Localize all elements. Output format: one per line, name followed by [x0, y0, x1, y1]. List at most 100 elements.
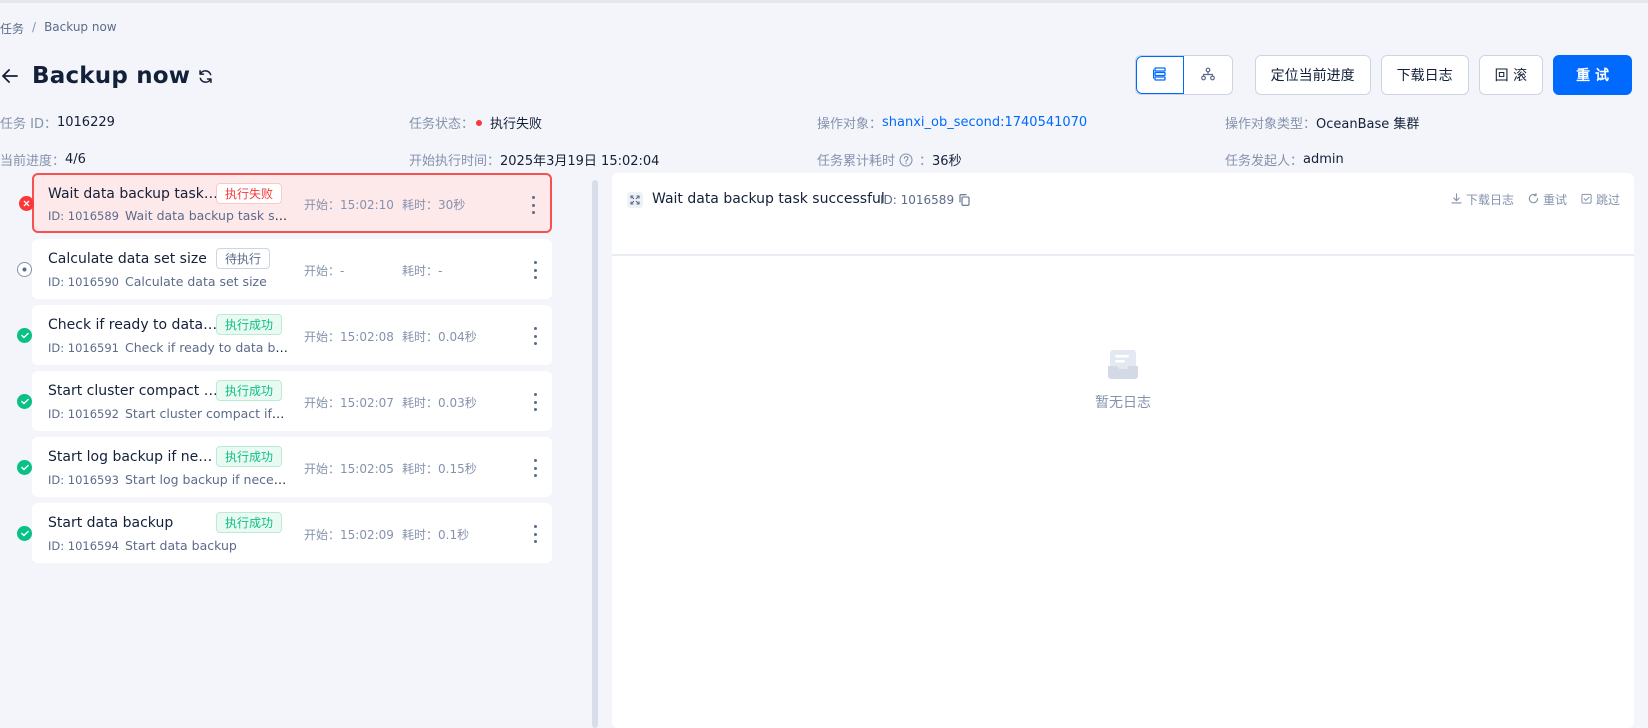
task-duration: 耗时：0.04秒 — [402, 330, 477, 344]
task-description: Start log backup if necessary — [125, 472, 288, 487]
task-id: ID: 1016594 — [48, 539, 119, 553]
download-log-button[interactable]: 下载日志 — [1380, 55, 1469, 95]
task-duration: 耗时：0.15秒 — [402, 462, 477, 476]
task-status-value: 执行失败 — [490, 117, 543, 132]
fail-status-icon — [19, 196, 34, 211]
retry-button[interactable]: 重 试 — [1553, 55, 1632, 95]
back-arrow-icon[interactable] — [0, 66, 20, 86]
progress-label: 当前进度： — [0, 154, 66, 169]
task-duration: 耗时：0.03秒 — [402, 396, 477, 410]
task-description: Start data backup — [125, 538, 237, 553]
copy-icon[interactable] — [959, 194, 970, 206]
page-title: Backup now — [32, 63, 191, 89]
elapsed-value: 36秒 — [932, 154, 962, 169]
more-options-icon[interactable] — [530, 525, 540, 543]
task-start-time: 开始：15:02:10 — [304, 198, 394, 212]
log-panel-id: ID: 1016589 — [880, 193, 970, 207]
status-tag: 执行成功 — [216, 380, 283, 401]
task-title: Start log backup if necessary — [48, 449, 218, 465]
task-subtitle: ID: 1016591 Check if ready to data backup — [48, 340, 288, 355]
task-description: Calculate data set size — [125, 274, 267, 289]
task-id-field: 任务 ID： 1016229 — [0, 113, 115, 132]
task-id: ID: 1016591 — [48, 341, 119, 355]
progress-value: 4/6 — [65, 152, 86, 167]
log-panel-header: Wait data backup task successful ID: 101… — [612, 173, 1634, 256]
task-description: Wait data backup task successful — [125, 208, 288, 223]
task-duration: 耗时：30秒 — [402, 198, 466, 212]
initiator-value: admin — [1303, 152, 1344, 167]
task-id: ID: 1016590 — [48, 275, 119, 289]
task-id-label: 任务 ID： — [0, 117, 57, 132]
task-id: ID: 1016593 — [48, 473, 119, 487]
task-title: Check if ready to data backup — [48, 317, 218, 333]
pending-status-icon — [17, 262, 32, 277]
log-task-id: ID: 1016589 — [880, 193, 955, 207]
task-title: Calculate data set size — [48, 251, 207, 267]
graph-view-toggle[interactable] — [1184, 56, 1232, 94]
task-card[interactable]: Wait data backup task successful 执行失败 ID… — [19, 173, 552, 233]
status-tag: 执行成功 — [216, 314, 283, 335]
status-tag: 待执行 — [216, 248, 271, 269]
task-start-time: 开始：15:02:08 — [304, 330, 394, 344]
task-description: Check if ready to data backup — [125, 340, 288, 355]
task-start-time: 开始：15:02:09 — [304, 528, 394, 542]
initiator-label: 任务发起人： — [1225, 154, 1304, 169]
task-subtitle: ID: 1016593 Start log backup if necessary — [48, 472, 288, 487]
task-card[interactable]: Start data backup 执行成功 ID: 1016594 Start … — [17, 503, 552, 563]
task-subtitle: ID: 1016594 Start data backup — [48, 538, 288, 553]
more-options-icon[interactable] — [530, 327, 540, 345]
hierarchy-icon — [1200, 66, 1215, 85]
task-id: ID: 1016592 — [48, 407, 119, 421]
task-start-time: 开始：- — [304, 264, 345, 278]
log-skip-label: 跳过 — [1595, 193, 1620, 207]
more-options-icon[interactable] — [530, 459, 540, 477]
status-tag: 执行成功 — [216, 512, 283, 533]
task-start-time: 开始：15:02:05 — [304, 462, 394, 476]
target-type-label: 操作对象类型： — [1225, 117, 1317, 132]
locate-progress-button[interactable]: 定位当前进度 — [1254, 55, 1371, 95]
more-options-icon[interactable] — [530, 393, 540, 411]
task-title: Wait data backup task successful — [48, 186, 218, 202]
task-card[interactable]: Calculate data set size 待执行 ID: 1016590 C… — [17, 239, 552, 299]
task-duration: 耗时：- — [402, 264, 443, 278]
log-retry-action[interactable]: 重试 — [1528, 191, 1567, 208]
task-status-label: 任务状态： — [409, 117, 475, 132]
task-status-field: 任务状态： 执行失败 — [409, 113, 542, 132]
expand-icon[interactable] — [627, 192, 643, 208]
start-time-field: 开始执行时间： 2025年3月19日 15:02:04 — [409, 150, 659, 169]
task-title: Start data backup — [48, 515, 174, 531]
empty-state: 暂无日志 — [612, 348, 1634, 412]
log-download-action[interactable]: 下载日志 — [1451, 191, 1514, 208]
task-id-value: 1016229 — [56, 115, 115, 130]
log-retry-label: 重试 — [1542, 193, 1567, 207]
breadcrumb-parent-link[interactable]: 任务 — [0, 20, 24, 37]
start-time-label: 开始执行时间： — [409, 154, 501, 169]
task-card[interactable]: Start cluster compact if needed 执行成功 ID:… — [17, 371, 552, 431]
log-skip-action[interactable]: 跳过 — [1581, 191, 1620, 208]
status-dot — [476, 119, 483, 126]
success-status-icon — [17, 328, 32, 343]
start-time-value: 2025年3月19日 15:02:04 — [500, 154, 660, 169]
target-link[interactable]: shanxi_ob_second:1740541070 — [882, 115, 1087, 130]
target-label: 操作对象： — [817, 117, 883, 132]
status-tag: 执行成功 — [216, 446, 283, 467]
view-mode-toggle — [1134, 55, 1233, 95]
more-options-icon[interactable] — [528, 196, 538, 214]
task-subtitle: ID: 1016592 Start cluster compact if need… — [48, 406, 288, 421]
help-icon[interactable] — [899, 152, 913, 167]
empty-message: 暂无日志 — [1095, 395, 1151, 411]
refresh-icon[interactable] — [198, 68, 214, 84]
task-description: Start cluster compact if needed — [125, 406, 288, 421]
target-field: 操作对象： shanxi_ob_second:1740541070 — [817, 113, 1087, 132]
list-tree-icon — [1152, 66, 1167, 85]
more-options-icon[interactable] — [530, 261, 540, 279]
rollback-button[interactable]: 回 滚 — [1478, 55, 1544, 95]
initiator-field: 任务发起人： admin — [1225, 150, 1344, 169]
task-list-scrollbar[interactable] — [592, 180, 598, 728]
task-card[interactable]: Check if ready to data backup 执行成功 ID: 1… — [17, 305, 552, 365]
log-actions: 下载日志 重试 跳过 — [1451, 191, 1620, 208]
list-view-toggle[interactable] — [1135, 56, 1184, 94]
task-card[interactable]: Start log backup if necessary 执行成功 ID: 1… — [17, 437, 552, 497]
page-header: Backup now — [0, 60, 214, 92]
target-type-value: OceanBase 集群 — [1316, 117, 1420, 132]
